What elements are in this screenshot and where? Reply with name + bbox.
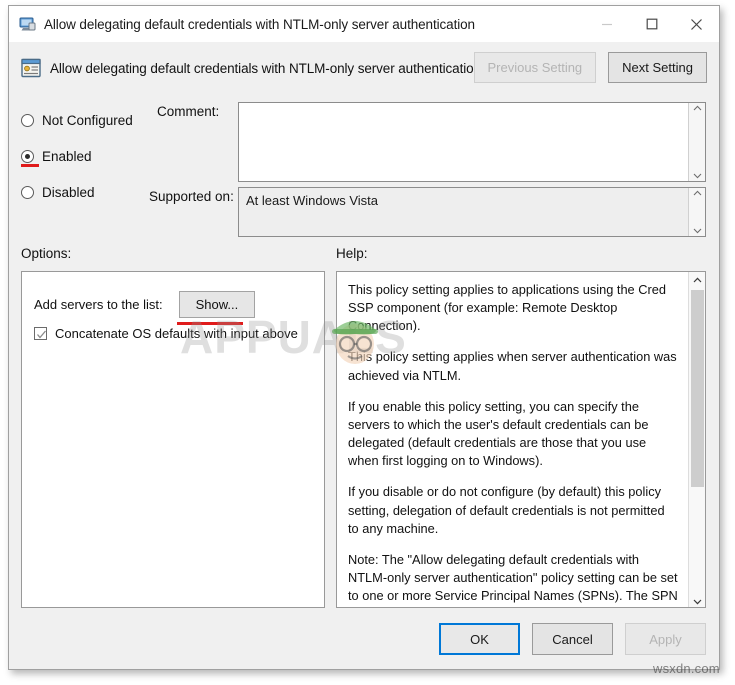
help-scroll-up-button[interactable] [693,272,702,288]
setting-nav-buttons: Previous Setting Next Setting [473,52,707,83]
supported-on-field: At least Windows Vista [238,187,706,237]
annotation-underline-show [177,322,243,325]
radio-circle-disabled [21,185,34,199]
help-section-label: Help: [336,246,368,261]
radio-label-enabled: Enabled [42,148,92,164]
scroll-down-icon [693,228,701,234]
ok-button[interactable]: OK [439,623,520,655]
add-servers-row: Add servers to the list: Show... [34,291,256,318]
radio-circle-enabled [21,149,34,163]
help-paragraph: Note: The "Allow delegating default cred… [348,551,678,607]
state-radio-group: Not Configured Enabled Disabled [21,106,133,214]
window-title: Allow delegating default credentials wit… [44,16,475,32]
close-icon[interactable] [674,6,719,42]
help-text-body: This policy setting applies to applicati… [337,272,688,607]
next-setting-button[interactable]: Next Setting [608,52,707,83]
help-scrollbar[interactable] [688,272,705,607]
concatenate-defaults-row[interactable]: Concatenate OS defaults with input above [34,326,298,341]
supported-on-value: At least Windows Vista [246,193,378,208]
options-panel: Add servers to the list: Show... Concate… [21,271,325,608]
show-button[interactable]: Show... [178,291,256,318]
concatenate-defaults-checkbox[interactable] [34,327,47,340]
help-panel: This policy setting applies to applicati… [336,271,706,608]
radio-circle-not-configured [21,113,34,127]
help-scroll-down-button[interactable] [689,599,705,605]
wsxdn-watermark: wsxdn.com [653,661,720,676]
help-scroll-thumb[interactable] [691,290,704,487]
radio-label-disabled: Disabled [42,184,95,200]
maximize-icon[interactable] [629,6,674,42]
add-servers-label: Add servers to the list: [34,297,163,312]
cancel-button[interactable]: Cancel [532,623,613,655]
minimize-icon[interactable] [584,6,629,42]
apply-button[interactable]: Apply [625,623,706,655]
setting-title: Allow delegating default credentials wit… [50,60,481,76]
comment-value[interactable] [239,103,688,181]
dialog-footer: OK Cancel Apply [439,623,706,655]
title-bar: Allow delegating default credentials wit… [9,6,719,42]
concatenate-defaults-label: Concatenate OS defaults with input above [55,326,298,341]
help-paragraph: This policy setting applies to applicati… [348,282,666,334]
scroll-up-icon [693,277,701,283]
supported-on-scrollbar[interactable] [688,188,705,236]
scroll-down-icon [693,599,701,605]
setting-header: Allow delegating default credentials wit… [9,42,719,94]
comment-scrollbar[interactable] [688,103,705,181]
help-paragraph: If you enable this policy setting, you c… [348,398,649,469]
scroll-down-icon [693,173,701,179]
radio-not-configured[interactable]: Not Configured [21,106,133,134]
help-paragraph: This policy setting applies when server … [348,349,677,383]
radio-disabled[interactable]: Disabled [21,178,133,206]
previous-setting-button[interactable]: Previous Setting [473,52,597,83]
policy-setting-icon [21,58,41,78]
radio-enabled[interactable]: Enabled [21,142,133,170]
setting-state-area: Not Configured Enabled Disabled Comment: [9,94,719,242]
checkmark-icon [37,330,46,339]
window-controls [584,6,719,42]
policy-setting-dialog: Allow delegating default credentials wit… [8,5,720,670]
screenshot-root: Allow delegating default credentials wit… [0,0,735,685]
scroll-up-icon [693,190,701,196]
options-section-label: Options: [21,246,72,261]
computer-monitor-icon [19,17,36,32]
scroll-up-icon [693,105,701,111]
supported-on-label: Supported on: [149,189,234,204]
annotation-underline-enabled [21,164,39,167]
help-paragraph: If you disable or do not configure (by d… [348,484,665,536]
radio-label-not-configured: Not Configured [42,112,133,128]
comment-field[interactable] [238,102,706,182]
comment-label: Comment: [157,104,220,119]
